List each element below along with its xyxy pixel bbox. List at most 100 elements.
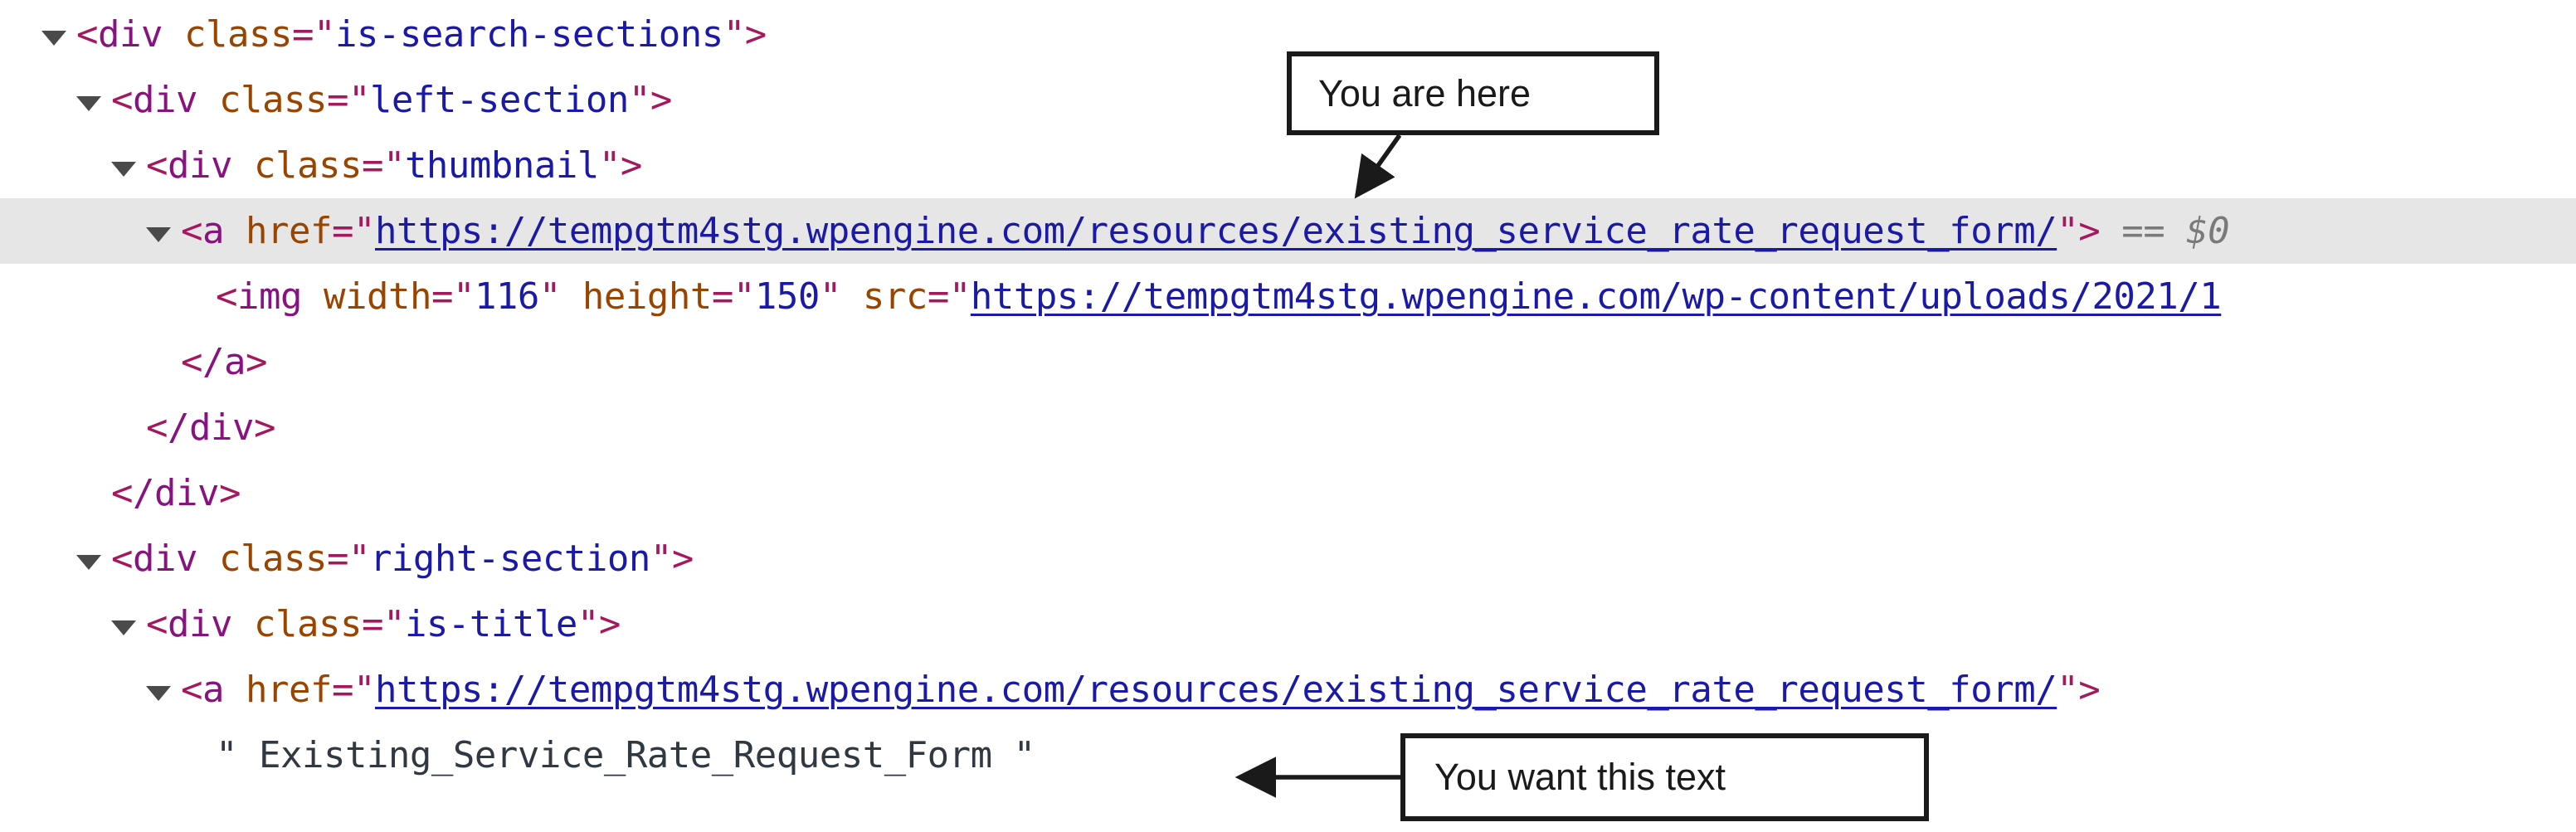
expand-triangle-icon[interactable] — [111, 620, 136, 635]
syntax-token-quote: " — [2057, 210, 2079, 252]
syntax-token-punct: > — [744, 13, 767, 56]
url-link[interactable]: https://tempgtm4stg.wpengine.com/resourc… — [375, 210, 2057, 252]
dom-node-row[interactable]: </div> — [0, 395, 2576, 460]
syntax-token-punct: = — [361, 603, 384, 645]
syntax-token-tag: img — [237, 275, 302, 318]
dom-node-source: </a> — [181, 329, 267, 395]
dom-node-source: <div class="right-section"> — [111, 526, 694, 591]
syntax-token-text_plain — [232, 603, 254, 645]
syntax-token-punct: > — [620, 144, 643, 187]
dom-node-source: </div> — [111, 460, 241, 526]
syntax-token-text_plain — [841, 275, 863, 318]
syntax-token-val: thumbnail — [404, 144, 599, 187]
syntax-token-attr: class — [253, 144, 362, 187]
expand-triangle-icon[interactable] — [146, 685, 171, 701]
dom-node-source: <div class="is-title"> — [146, 591, 621, 657]
dom-node-source: <a href="https://tempgtm4stg.wpengine.co… — [181, 198, 2230, 264]
syntax-token-text_plain — [561, 275, 582, 318]
syntax-token-val: left-section — [369, 79, 629, 121]
syntax-token-text_plain — [232, 144, 254, 187]
syntax-token-quote: " — [382, 603, 406, 645]
syntax-token-punct: > — [598, 603, 621, 645]
syntax-token-quote: " — [598, 144, 621, 187]
expand-triangle-icon[interactable] — [41, 30, 66, 46]
syntax-token-punct: < — [111, 79, 134, 121]
callout-you-want-this-text: You want this text — [1400, 733, 1929, 821]
dom-node-source: <a href="https://tempgtm4stg.wpengine.co… — [181, 657, 2101, 723]
url-link[interactable]: https://tempgtm4stg.wpengine.com/resourc… — [375, 669, 2057, 711]
syntax-token-punct: = — [927, 275, 950, 318]
syntax-token-punct: < — [111, 538, 134, 580]
dom-node-source: <div class="thumbnail"> — [146, 133, 642, 198]
syntax-token-val: 150 — [754, 275, 820, 318]
syntax-token-text_plain — [197, 79, 219, 121]
syntax-token-punct: = — [326, 538, 349, 580]
devtools-elements-panel: <div class="is-search-sections"> <div cla… — [0, 0, 2576, 832]
syntax-token-attr: href — [246, 210, 332, 252]
syntax-token-val: is-search-sections — [334, 13, 723, 56]
syntax-token-quote: " — [577, 603, 600, 645]
syntax-token-punct: < — [146, 406, 168, 449]
syntax-token-punct: < — [76, 13, 99, 56]
syntax-token-quote: " — [723, 13, 746, 56]
syntax-token-tag: div — [133, 538, 197, 580]
syntax-token-attr: src — [862, 275, 928, 318]
syntax-token-punct: < — [111, 472, 134, 514]
dom-node-row[interactable]: " Existing_Service_Rate_Request_Form " — [0, 723, 2576, 788]
syntax-token-quote: " — [2057, 669, 2079, 711]
syntax-token-attr: class — [183, 13, 292, 56]
syntax-token-punct: = — [711, 275, 734, 318]
expand-triangle-icon[interactable] — [146, 226, 171, 242]
syntax-token-tag: div — [98, 13, 163, 56]
expand-triangle-icon[interactable] — [76, 95, 101, 111]
dom-node-row-selected[interactable]: <a href="https://tempgtm4stg.wpengine.co… — [0, 198, 2576, 264]
syntax-token-text_plain — [224, 210, 246, 252]
dom-node-row[interactable]: <img width="116" height="150" src="https… — [0, 264, 2576, 329]
syntax-token-tag: /a — [202, 341, 246, 383]
syntax-token-tag: div — [168, 144, 232, 187]
dom-node-row[interactable]: <div class="right-section"> — [0, 526, 2576, 591]
dom-node-row[interactable]: <div class="is-title"> — [0, 591, 2576, 657]
dom-node-row[interactable]: </a> — [0, 329, 2576, 395]
syntax-token-tag: a — [202, 669, 225, 711]
syntax-token-tag: div — [133, 79, 197, 121]
syntax-token-quote: " — [348, 538, 371, 580]
dom-node-row[interactable]: <div class="thumbnail"> — [0, 133, 2576, 198]
dom-node-row[interactable]: </div> — [0, 460, 2576, 526]
syntax-token-tag: /div — [168, 406, 254, 449]
syntax-token-quote: " — [353, 669, 376, 711]
syntax-token-attr: class — [218, 538, 327, 580]
dom-node-source: <div class="is-search-sections"> — [76, 2, 767, 67]
syntax-token-tag: /div — [133, 472, 219, 514]
callout-you-want-this-text-label: You want this text — [1434, 756, 1726, 798]
dom-node-row[interactable]: <a href="https://tempgtm4stg.wpengine.co… — [0, 657, 2576, 723]
syntax-token-attr: href — [246, 669, 332, 711]
dom-node-source: </div> — [146, 395, 275, 460]
syntax-token-quote: " — [538, 275, 562, 318]
syntax-token-quote: " — [948, 275, 971, 318]
syntax-token-quote: " — [628, 79, 651, 121]
syntax-token-val: 116 — [474, 275, 539, 318]
syntax-token-attr: class — [218, 79, 327, 121]
dom-node-source: <img width="116" height="150" src="https… — [216, 264, 2222, 329]
syntax-token-punct: > — [253, 406, 276, 449]
dom-node-source: <div class="left-section"> — [111, 67, 672, 133]
syntax-token-quote: " — [313, 13, 336, 56]
syntax-token-punct: > — [2078, 669, 2101, 711]
url-link[interactable]: https://tempgtm4stg.wpengine.com/wp-cont… — [971, 275, 2222, 318]
syntax-token-quote: " — [348, 79, 371, 121]
syntax-token-punct: < — [181, 341, 203, 383]
syntax-token-quote: " — [452, 275, 475, 318]
expand-triangle-icon[interactable] — [111, 161, 136, 177]
syntax-token-quote: " — [733, 275, 756, 318]
syntax-token-punct: < — [181, 669, 203, 711]
syntax-token-text_plain — [163, 13, 184, 56]
syntax-token-quote: " — [650, 538, 673, 580]
syntax-token-text_plain — [224, 669, 246, 711]
syntax-token-attr: class — [253, 603, 362, 645]
syntax-token-punct: = — [331, 210, 354, 252]
syntax-token-punct: > — [671, 538, 694, 580]
callout-you-are-here: You are here — [1287, 51, 1659, 135]
expand-triangle-icon[interactable] — [76, 554, 101, 570]
selected-node-marker: == $0 — [2100, 210, 2230, 252]
